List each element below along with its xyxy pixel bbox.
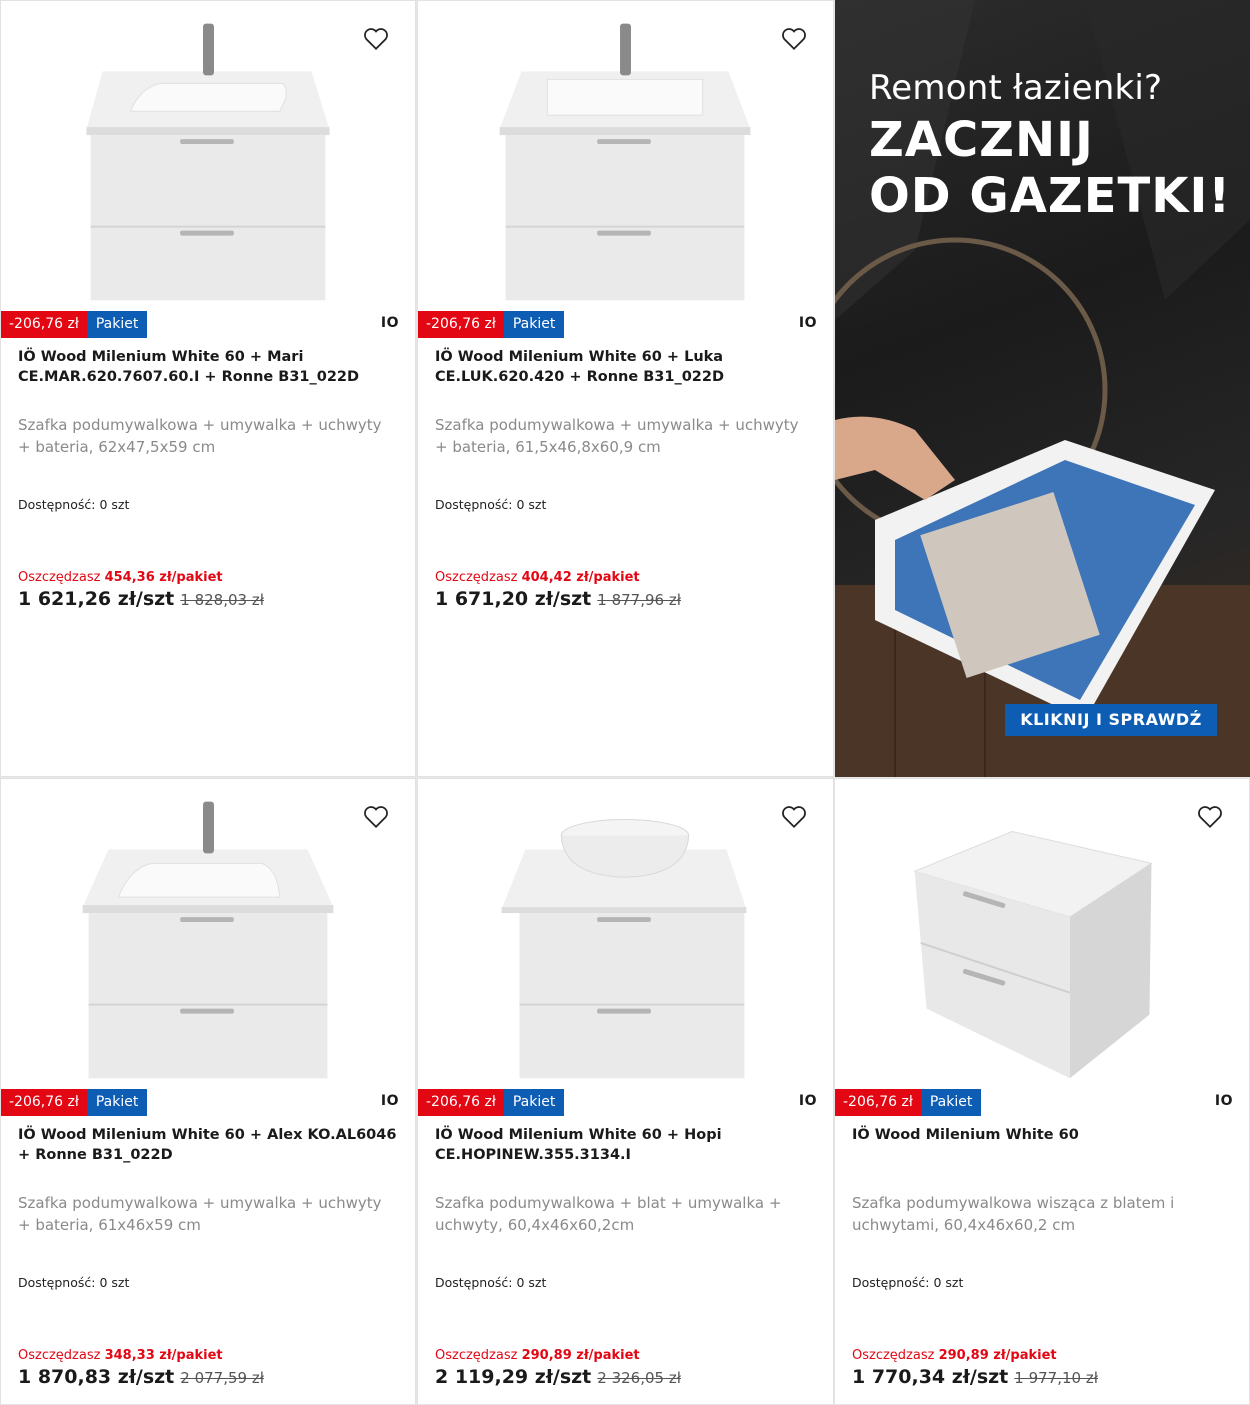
price: 1 621,26 zł/szt: [18, 588, 175, 610]
brand-logo: IO: [798, 315, 817, 331]
product-title[interactable]: IÖ Wood Milenium White 60 + Hopi CE.HOPI…: [435, 1125, 817, 1165]
price-row: 1 770,34 zł/szt 1 977,10 zł: [852, 1366, 1098, 1388]
savings-label: Oszczędzasz: [852, 1348, 935, 1363]
brand-logo: IO: [798, 1093, 817, 1109]
savings-amount: 290,89 zł/pakiet: [938, 1348, 1057, 1363]
package-badge: Pakiet: [86, 1089, 148, 1116]
package-badge: Pakiet: [503, 311, 565, 338]
old-price: 1 977,10 zł: [1014, 1369, 1098, 1387]
savings-label: Oszczędzasz: [18, 570, 101, 585]
old-price: 2 077,59 zł: [180, 1369, 264, 1387]
brand-logo: IO: [380, 1093, 399, 1109]
price-row: 1 621,26 zł/szt 1 828,03 zł: [18, 588, 264, 610]
product-image[interactable]: [1, 779, 415, 1084]
product-description: Szafka podumywalkowa + umywalka + uchwyt…: [18, 416, 382, 456]
old-price: 1 877,96 zł: [597, 591, 681, 609]
heart-icon[interactable]: [781, 805, 807, 829]
product-description: Szafka podumywalkowa + umywalka + uchwyt…: [435, 416, 799, 456]
availability: Dostępność: 0 szt: [435, 1275, 547, 1290]
savings-amount: 404,42 zł/pakiet: [521, 570, 640, 585]
product-image[interactable]: [835, 779, 1249, 1084]
banner-headline-line1: ZACZNIJ: [869, 112, 1094, 168]
price-row: 1 671,20 zł/szt 1 877,96 zł: [435, 588, 681, 610]
availability: Dostępność: 0 szt: [852, 1275, 964, 1290]
product-image[interactable]: [1, 1, 415, 306]
old-price: 1 828,03 zł: [180, 591, 264, 609]
badges: -206,76 zł Pakiet: [418, 311, 565, 338]
savings-label: Oszczędzasz: [435, 570, 518, 585]
promo-banner[interactable]: Remont łazienki? ZACZNIJ OD GAZETKI! KLI…: [835, 0, 1250, 777]
package-badge: Pakiet: [503, 1089, 565, 1116]
heart-icon[interactable]: [363, 805, 389, 829]
product-description: Szafka podumywalkowa + umywalka + uchwyt…: [18, 1194, 382, 1234]
discount-badge: -206,76 zł: [835, 1089, 921, 1116]
price-row: 2 119,29 zł/szt 2 326,05 zł: [435, 1366, 681, 1388]
badges: -206,76 zł Pakiet: [418, 1089, 565, 1116]
package-badge: Pakiet: [920, 1089, 982, 1116]
product-description: Szafka podumywalkowa wisząca z blatem i …: [852, 1194, 1175, 1234]
availability: Dostępność: 0 szt: [435, 497, 547, 512]
banner-question: Remont łazienki?: [869, 68, 1163, 108]
product-card[interactable]: -206,76 zł Pakiet IO IÖ Wood Milenium Wh…: [417, 778, 834, 1405]
product-card[interactable]: -206,76 zł Pakiet IO IÖ Wood Milenium Wh…: [0, 778, 416, 1405]
savings-amount: 454,36 zł/pakiet: [104, 570, 223, 585]
product-card[interactable]: -206,76 zł Pakiet IO IÖ Wood Milenium Wh…: [834, 778, 1250, 1405]
brand-logo: IO: [380, 315, 399, 331]
banner-cta-button[interactable]: KLIKNIJ I SPRAWDŹ: [1005, 704, 1217, 736]
brand-logo: IO: [1214, 1093, 1233, 1109]
discount-badge: -206,76 zł: [1, 311, 87, 338]
discount-badge: -206,76 zł: [418, 311, 504, 338]
product-title[interactable]: IÖ Wood Milenium White 60 + Alex KO.AL60…: [18, 1125, 399, 1165]
savings: Oszczędzasz 290,89 zł/pakiet: [852, 1348, 1057, 1363]
product-grid: -206,76 zł Pakiet IO IÖ Wood Milenium Wh…: [0, 0, 1250, 1405]
product-image[interactable]: [418, 779, 833, 1084]
savings: Oszczędzasz 454,36 zł/pakiet: [18, 570, 223, 585]
old-price: 2 326,05 zł: [597, 1369, 681, 1387]
product-title[interactable]: IÖ Wood Milenium White 60 + Mari CE.MAR.…: [18, 347, 399, 387]
product-title[interactable]: IÖ Wood Milenium White 60 + Luka CE.LUK.…: [435, 347, 817, 387]
badges: -206,76 zł Pakiet: [1, 1089, 148, 1116]
product-image[interactable]: [418, 1, 833, 306]
savings-label: Oszczędzasz: [18, 1348, 101, 1363]
discount-badge: -206,76 zł: [1, 1089, 87, 1116]
price: 1 671,20 zł/szt: [435, 588, 592, 610]
availability: Dostępność: 0 szt: [18, 497, 130, 512]
price: 1 870,83 zł/szt: [18, 1366, 175, 1388]
banner-headline-line2: OD GAZETKI!: [869, 168, 1232, 224]
savings: Oszczędzasz 290,89 zł/pakiet: [435, 1348, 640, 1363]
price: 2 119,29 zł/szt: [435, 1366, 592, 1388]
savings: Oszczędzasz 404,42 zł/pakiet: [435, 570, 640, 585]
product-description: Szafka podumywalkowa + blat + umywalka +…: [435, 1194, 782, 1234]
heart-icon[interactable]: [781, 27, 807, 51]
product-card[interactable]: -206,76 zł Pakiet IO IÖ Wood Milenium Wh…: [0, 0, 416, 777]
savings-amount: 290,89 zł/pakiet: [521, 1348, 640, 1363]
savings-amount: 348,33 zł/pakiet: [104, 1348, 223, 1363]
discount-badge: -206,76 zł: [418, 1089, 504, 1116]
price: 1 770,34 zł/szt: [852, 1366, 1009, 1388]
savings-label: Oszczędzasz: [435, 1348, 518, 1363]
savings: Oszczędzasz 348,33 zł/pakiet: [18, 1348, 223, 1363]
product-title[interactable]: IÖ Wood Milenium White 60: [852, 1125, 1233, 1145]
heart-icon[interactable]: [363, 27, 389, 51]
heart-icon[interactable]: [1197, 805, 1223, 829]
badges: -206,76 zł Pakiet: [1, 311, 148, 338]
product-card[interactable]: -206,76 zł Pakiet IO IÖ Wood Milenium Wh…: [417, 0, 834, 777]
availability: Dostępność: 0 szt: [18, 1275, 130, 1290]
price-row: 1 870,83 zł/szt 2 077,59 zł: [18, 1366, 264, 1388]
badges: -206,76 zł Pakiet: [835, 1089, 982, 1116]
banner-headline: ZACZNIJ OD GAZETKI!: [869, 112, 1231, 224]
package-badge: Pakiet: [86, 311, 148, 338]
